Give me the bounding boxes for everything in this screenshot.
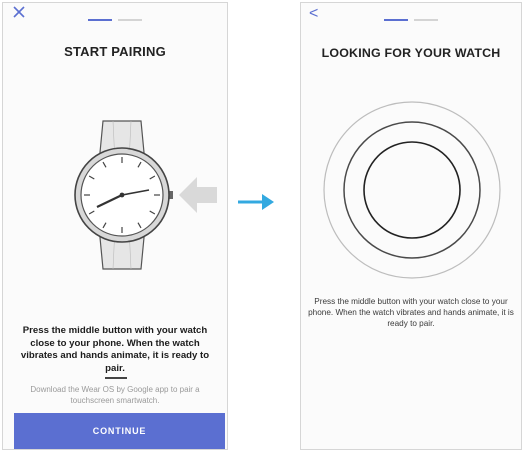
page-indicator-active (384, 19, 408, 21)
close-icon[interactable] (12, 5, 26, 19)
page-indicator (88, 19, 144, 21)
page-indicator (384, 19, 440, 21)
pairing-instruction: Press the middle button with your watch … (308, 297, 514, 328)
start-pairing-screen: START PAIRING Press the middle button wi… (2, 2, 228, 450)
app-hint: Download the Wear OS by Google app to pa… (30, 385, 200, 405)
pairing-instruction: Press the middle button with your watch … (20, 325, 210, 374)
page-indicator-inactive (118, 19, 142, 21)
searching-rings (323, 101, 501, 279)
watch-illustration (74, 120, 217, 270)
continue-button[interactable]: CONTINUE (14, 413, 225, 449)
page-indicator-active (88, 19, 112, 21)
page-title: START PAIRING (64, 44, 166, 59)
divider (105, 377, 127, 379)
arrow-right-icon (238, 194, 274, 210)
page-indicator-inactive (414, 19, 438, 21)
back-button[interactable]: < (309, 6, 318, 22)
looking-for-watch-screen: < LOOKING FOR YOUR WATCH Press the middl… (300, 2, 522, 450)
page-title: LOOKING FOR YOUR WATCH (321, 46, 501, 60)
